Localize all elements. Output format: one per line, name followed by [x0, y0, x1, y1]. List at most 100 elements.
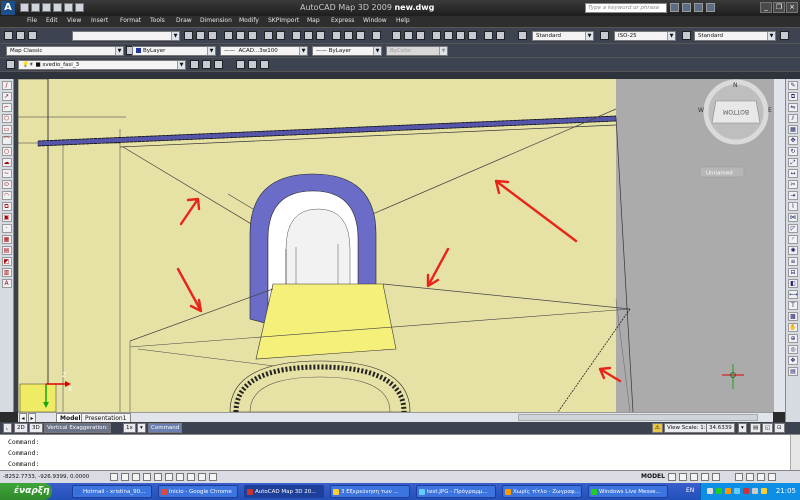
tray-icon[interactable]: [716, 488, 722, 494]
vertical-scrollbar[interactable]: [773, 79, 785, 412]
color-dropdown[interactable]: ByLayer ▼: [132, 46, 216, 56]
command-window-scrollbar[interactable]: [790, 435, 800, 471]
undo-icon[interactable]: [64, 3, 73, 12]
toolbar-icon[interactable]: [780, 31, 789, 40]
favorites-star-icon[interactable]: [694, 3, 703, 12]
ellipse-arc-icon[interactable]: ◠: [1, 191, 12, 200]
menu-dimension[interactable]: Dimension: [200, 17, 232, 24]
menu-modify[interactable]: Modify: [239, 17, 259, 24]
taskbar-task-chrome[interactable]: Inicio - Google Chrome: [158, 485, 238, 498]
drawing-viewport[interactable]: Z X BOTTOM W E N Unnamed: [18, 79, 773, 412]
menu-format[interactable]: Format: [120, 17, 141, 24]
scale-icon[interactable]: ⤢: [788, 158, 798, 167]
dropdown-arrow-icon[interactable]: ▾: [137, 423, 146, 433]
warning-icon[interactable]: ⚠: [652, 423, 663, 433]
volume-icon[interactable]: [752, 488, 758, 494]
text-icon[interactable]: T: [788, 301, 798, 310]
toolbar-icon[interactable]: [484, 31, 493, 40]
pan-icon[interactable]: ✋: [788, 323, 798, 332]
toolbar-icon[interactable]: [264, 31, 273, 40]
copy-icon[interactable]: ⧉: [788, 92, 798, 101]
layer-dropdown[interactable]: 💡☀ ■ svedio_fasi_3 ▼: [18, 60, 186, 70]
3d-button[interactable]: 3D: [29, 423, 43, 433]
pan-icon[interactable]: [679, 473, 687, 481]
mtext-icon[interactable]: A: [1, 279, 12, 288]
hatch-icon[interactable]: ▦: [1, 235, 12, 244]
object-snap-tracking-icon[interactable]: [165, 473, 173, 481]
application-menu-icon[interactable]: A: [1, 1, 15, 15]
toolbar-icon[interactable]: [196, 31, 205, 40]
construction-line-icon[interactable]: ↗: [1, 92, 12, 101]
toolbar-dropdown[interactable]: ▼: [72, 31, 180, 41]
menu-file[interactable]: File: [27, 17, 37, 24]
insert-block-icon[interactable]: ⧉: [1, 202, 12, 211]
linetype-dropdown[interactable]: —— ACAD...3w100 ▼: [220, 46, 308, 56]
polar-tracking-icon[interactable]: [143, 473, 151, 481]
toolbar-icon[interactable]: [16, 31, 25, 40]
table-style-icon[interactable]: [682, 31, 691, 40]
move-icon[interactable]: ✥: [788, 136, 798, 145]
grid-display-icon[interactable]: [121, 473, 129, 481]
menu-edit[interactable]: Edit: [46, 17, 58, 24]
chamfer-icon[interactable]: ◸: [788, 224, 798, 233]
save-icon[interactable]: [42, 3, 51, 12]
dynamic-ucs-icon[interactable]: [176, 473, 184, 481]
dim-style-icon[interactable]: [600, 31, 609, 40]
view-scale-dropdown[interactable]: ▾: [738, 423, 747, 433]
fillet-icon[interactable]: ◜: [788, 235, 798, 244]
menu-draw[interactable]: Draw: [176, 17, 192, 24]
minimize-button[interactable]: _: [760, 2, 772, 13]
mirror-icon[interactable]: ⇋: [788, 103, 798, 112]
rotate-icon[interactable]: ↻: [788, 147, 798, 156]
zoom-extents-icon[interactable]: ⌞: [3, 423, 12, 433]
table-style-dropdown[interactable]: Standard ▼: [694, 31, 776, 41]
view-name-badge[interactable]: Unnamed: [699, 166, 745, 178]
layer-previous-icon[interactable]: [202, 60, 211, 69]
layer-icon[interactable]: ◧: [788, 279, 798, 288]
break-icon[interactable]: ⌇: [788, 202, 798, 211]
help-icon[interactable]: [496, 31, 505, 40]
zoom-previous-icon[interactable]: [416, 31, 425, 40]
menu-skpimport[interactable]: SKPImport: [268, 17, 299, 24]
taskbar-task-image-viewer[interactable]: test.JPG - Πρόγραμμ...: [416, 485, 496, 498]
view-scale-value[interactable]: 34.6339: [706, 423, 735, 433]
taskbar-task-explorer[interactable]: 3 Εξερεύνηση των ...: [330, 485, 410, 498]
zoom-window-icon[interactable]: [404, 31, 413, 40]
toolbar-icon[interactable]: [356, 31, 365, 40]
menu-insert[interactable]: Insert: [91, 17, 108, 24]
orbit-icon[interactable]: ◎: [788, 345, 798, 354]
region-icon[interactable]: ◩: [1, 257, 12, 266]
workspace-dropdown[interactable]: Map Classic ▼: [6, 46, 124, 56]
block-icon[interactable]: ▩: [788, 312, 798, 321]
array-icon[interactable]: ▦: [788, 125, 798, 134]
layer-states-icon[interactable]: [214, 60, 223, 69]
command-prompt[interactable]: Command:: [8, 460, 39, 468]
network-icon[interactable]: [761, 488, 767, 494]
annotation-scale-icon[interactable]: [735, 473, 743, 481]
steering-wheel-icon[interactable]: [701, 473, 709, 481]
restore-button[interactable]: ❐: [773, 2, 785, 13]
toolbar-icon[interactable]: [224, 31, 233, 40]
communication-center-icon[interactable]: [682, 3, 691, 12]
status-tool-icon[interactable]: ▤: [750, 423, 762, 433]
menu-view[interactable]: View: [67, 17, 81, 24]
toolbar-icon[interactable]: [236, 31, 245, 40]
circle-icon[interactable]: ○: [1, 147, 12, 156]
dimension-icon[interactable]: ⟷: [788, 290, 798, 299]
render-icon[interactable]: ❖: [788, 356, 798, 365]
toolbar-icon[interactable]: [208, 31, 217, 40]
zoom-realtime-icon[interactable]: [392, 31, 401, 40]
taskbar-task-hotmail[interactable]: Hotmail - xristina_90...: [72, 485, 152, 498]
gradient-icon[interactable]: ▤: [1, 246, 12, 255]
erase-icon[interactable]: ✎: [788, 81, 798, 90]
redo-icon[interactable]: [75, 3, 84, 12]
help-icon[interactable]: [706, 3, 715, 12]
zoom-icon[interactable]: ⊕: [788, 334, 798, 343]
arc-icon[interactable]: ⌒: [1, 136, 12, 145]
make-block-icon[interactable]: ▣: [1, 213, 12, 222]
toolbar-icon[interactable]: [276, 31, 285, 40]
taskbar-task-autocad[interactable]: AutoCAD Map 3D 20...: [244, 485, 324, 498]
search-icon[interactable]: [670, 3, 679, 12]
line-tool-icon[interactable]: /: [1, 81, 12, 90]
search-input[interactable]: Type a keyword or phrase: [585, 3, 667, 13]
